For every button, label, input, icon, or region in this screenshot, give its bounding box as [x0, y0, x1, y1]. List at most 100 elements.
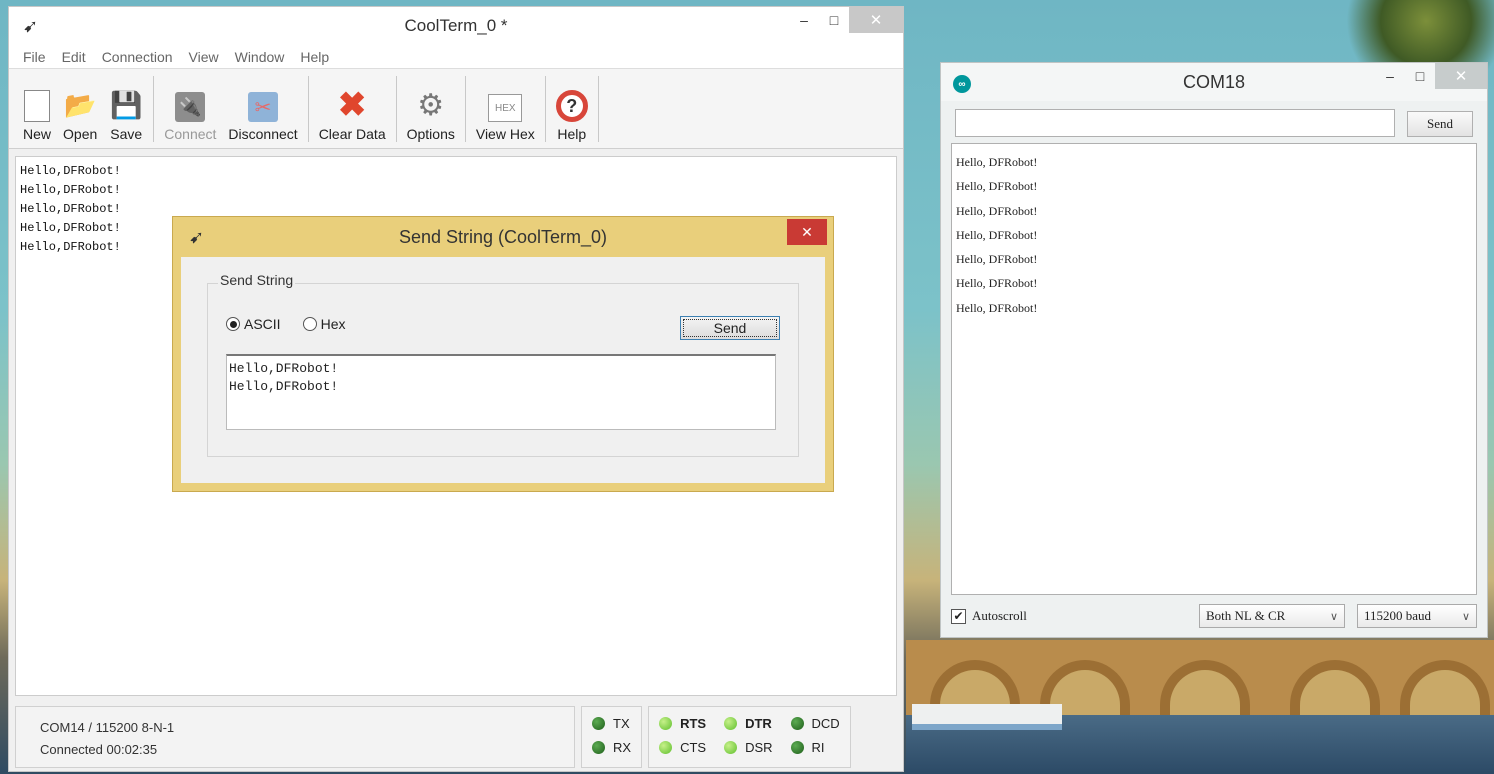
led-icon	[724, 740, 738, 754]
toolbar-separator	[544, 76, 546, 142]
menu-connection[interactable]: Connection	[102, 49, 173, 65]
ascii-label: ASCII	[244, 316, 281, 332]
cts-label: CTS	[680, 739, 707, 755]
baud-rate-select[interactable]: 115200 baud ∨	[1357, 604, 1477, 628]
autoscroll-checkbox[interactable]: ✔	[951, 608, 966, 624]
hex-icon: HEX	[488, 94, 523, 122]
dialog-close-button[interactable]: ✕	[787, 219, 827, 245]
dsr-indicator: DSR	[724, 737, 773, 757]
close-button[interactable]: ✕	[849, 7, 903, 33]
com18-title: COM18	[1182, 71, 1245, 92]
menu-edit[interactable]: Edit	[62, 49, 86, 65]
serial-line: Hello, DFRobot!	[956, 155, 1038, 169]
menu-help[interactable]: Help	[300, 49, 329, 65]
serial-options-bar: ✔ Autoscroll Both NL & CR ∨ 115200 baud …	[951, 601, 1477, 631]
serial-output[interactable]: Hello, DFRobot! Hello, DFRobot! Hello, D…	[951, 143, 1477, 595]
gears-icon: ⚙	[417, 88, 445, 122]
unplug-icon: ✂	[248, 92, 279, 122]
help-button[interactable]: ? Help	[555, 90, 588, 142]
coolterm-window-controls: – □ ✕	[789, 7, 903, 33]
clear-data-button[interactable]: ✖ Clear Data	[319, 86, 386, 142]
menu-view[interactable]: View	[189, 49, 219, 65]
dialog-send-button[interactable]: Send	[680, 316, 780, 340]
ascii-radio[interactable]: ASCII	[226, 316, 281, 332]
com18-window-controls: – □ ✕	[1375, 63, 1487, 91]
dialog-titlebar[interactable]: ➹ Send String (CoolTerm_0) ✕	[173, 217, 833, 257]
toolbar-separator	[464, 76, 466, 142]
tx-indicator: TX	[592, 713, 631, 733]
coolterm-app-icon: ➹	[189, 227, 205, 247]
send-string-dialog: ➹ Send String (CoolTerm_0) ✕ Send String…	[172, 216, 834, 492]
com18-titlebar[interactable]: ∞ COM18 – □ ✕	[941, 63, 1487, 101]
terminal-line: Hello,DFRobot!	[20, 164, 121, 178]
arduino-icon: ∞	[953, 75, 971, 93]
dcd-label: DCD	[811, 715, 840, 731]
led-icon	[790, 740, 804, 754]
save-label: Save	[110, 126, 143, 142]
serial-line: Hello, DFRobot!	[956, 203, 1038, 218]
dcd-indicator: DCD	[790, 713, 840, 733]
send-string-textarea[interactable]: Hello,DFRobot! Hello,DFRobot!	[226, 354, 776, 430]
help-label: Help	[557, 126, 587, 142]
close-button[interactable]: ✕	[1435, 63, 1487, 89]
connection-time: Connected 00:02:35	[40, 742, 158, 757]
send-string-group: Send String ASCII Hex Send Hello,DFRobot…	[207, 272, 799, 457]
ri-label: RI	[811, 739, 825, 755]
background-tree	[1324, 0, 1494, 70]
view-hex-label: View Hex	[475, 126, 535, 142]
rx-label: RX	[613, 739, 632, 755]
tx-rx-indicators: TX RX	[581, 706, 643, 768]
tx-label: TX	[613, 715, 630, 731]
radio-unselected-icon	[302, 317, 317, 331]
new-button[interactable]: New	[23, 90, 51, 142]
menu-window[interactable]: Window	[235, 49, 285, 65]
coolterm-app-icon: ➹	[23, 16, 39, 36]
save-button[interactable]: 💾 Save	[109, 88, 143, 143]
maximize-button[interactable]: □	[1405, 63, 1435, 89]
line-indicators: RTS CTS DTR DSR DCD RI	[648, 706, 851, 768]
disconnect-label: Disconnect	[228, 126, 298, 142]
chevron-down-icon: ∨	[1461, 610, 1470, 623]
serial-line: Hello, DFRobot!	[956, 300, 1038, 315]
rx-indicator: RX	[592, 737, 631, 757]
serial-input[interactable]	[955, 109, 1395, 137]
port-settings: COM14 / 115200 8-N-1	[40, 720, 175, 735]
rts-label: RTS	[680, 715, 707, 731]
serial-line: Hello, DFRobot!	[956, 276, 1038, 291]
minimize-button[interactable]: –	[789, 7, 819, 33]
line-ending-select[interactable]: Both NL & CR ∨	[1199, 604, 1345, 628]
toolbar: New 📂 Open 💾 Save 🔌 Connect ✂ Disconnect…	[9, 69, 903, 149]
radio-selected-icon	[226, 317, 240, 331]
disconnect-button[interactable]: ✂ Disconnect	[228, 92, 298, 142]
menubar: File Edit Connection View Window Help	[9, 45, 903, 69]
hex-radio[interactable]: Hex	[302, 316, 345, 332]
menu-file[interactable]: File	[23, 49, 46, 65]
rts-indicator[interactable]: RTS	[659, 713, 706, 733]
open-button[interactable]: 📂 Open	[63, 88, 97, 143]
clear-x-icon: ✖	[337, 86, 367, 124]
view-hex-button[interactable]: HEX View Hex	[476, 94, 535, 142]
connect-button[interactable]: 🔌 Connect	[164, 92, 216, 142]
led-icon	[592, 716, 605, 730]
dtr-indicator[interactable]: DTR	[724, 713, 772, 733]
plug-icon: 🔌	[175, 92, 206, 122]
serial-line: Hello, DFRobot!	[956, 179, 1038, 194]
coolterm-title: CoolTerm_0 *	[404, 16, 508, 35]
maximize-button[interactable]: □	[819, 7, 849, 33]
terminal-line: Hello,DFRobot!	[20, 183, 121, 197]
group-label: Send String	[218, 272, 296, 288]
ri-indicator: RI	[790, 737, 840, 757]
minimize-button[interactable]: –	[1375, 63, 1405, 89]
coolterm-titlebar[interactable]: ➹ CoolTerm_0 * – □ ✕	[9, 7, 903, 45]
baud-rate-value: 115200 baud	[1364, 608, 1432, 623]
background-boat	[912, 704, 1062, 730]
autoscroll-label: Autoscroll	[972, 608, 1027, 623]
com18-serial-monitor: ∞ COM18 – □ ✕ Send Hello, DFRobot! Hello…	[940, 62, 1488, 638]
led-icon	[659, 740, 673, 754]
options-label: Options	[406, 126, 455, 142]
options-button[interactable]: ⚙ Options	[406, 88, 455, 143]
serial-send-button[interactable]: Send	[1407, 111, 1473, 137]
connection-status: COM14 / 115200 8-N-1 Connected 00:02:35	[15, 706, 575, 768]
lifebuoy-help-icon: ?	[555, 90, 588, 122]
dialog-title: Send String (CoolTerm_0)	[398, 226, 608, 247]
